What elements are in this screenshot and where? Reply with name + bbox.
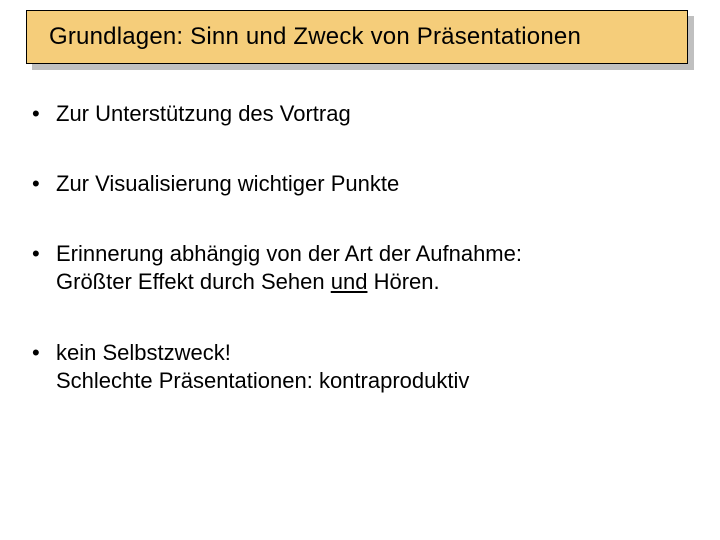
bullet-text: kein Selbstzweck! [56, 340, 231, 365]
list-item: Zur Unterstützung des Vortrag [30, 100, 680, 128]
list-item: kein Selbstzweck! Schlechte Präsentation… [30, 339, 680, 395]
list-item: Erinnerung abhängig von der Art der Aufn… [30, 240, 680, 296]
content-area: Zur Unterstützung des Vortrag Zur Visual… [30, 100, 680, 437]
bullet-text: Zur Unterstützung des Vortrag [56, 101, 351, 126]
list-item: Zur Visualisierung wichtiger Punkte [30, 170, 680, 198]
bullet-text: Erinnerung abhängig von der Art der Aufn… [56, 241, 522, 266]
bullet-text-underline: und [331, 269, 368, 294]
slide-title: Grundlagen: Sinn und Zweck von Präsentat… [49, 23, 581, 51]
bullet-text: Schlechte Präsentationen: kontraprodukti… [56, 368, 469, 393]
bullet-text: Größter Effekt durch Sehen [56, 269, 331, 294]
bullet-text: Zur Visualisierung wichtiger Punkte [56, 171, 399, 196]
bullet-text: Hören. [367, 269, 439, 294]
bullet-list: Zur Unterstützung des Vortrag Zur Visual… [30, 100, 680, 395]
slide: Grundlagen: Sinn und Zweck von Präsentat… [0, 0, 720, 540]
title-container: Grundlagen: Sinn und Zweck von Präsentat… [26, 10, 694, 66]
title-box: Grundlagen: Sinn und Zweck von Präsentat… [26, 10, 688, 64]
